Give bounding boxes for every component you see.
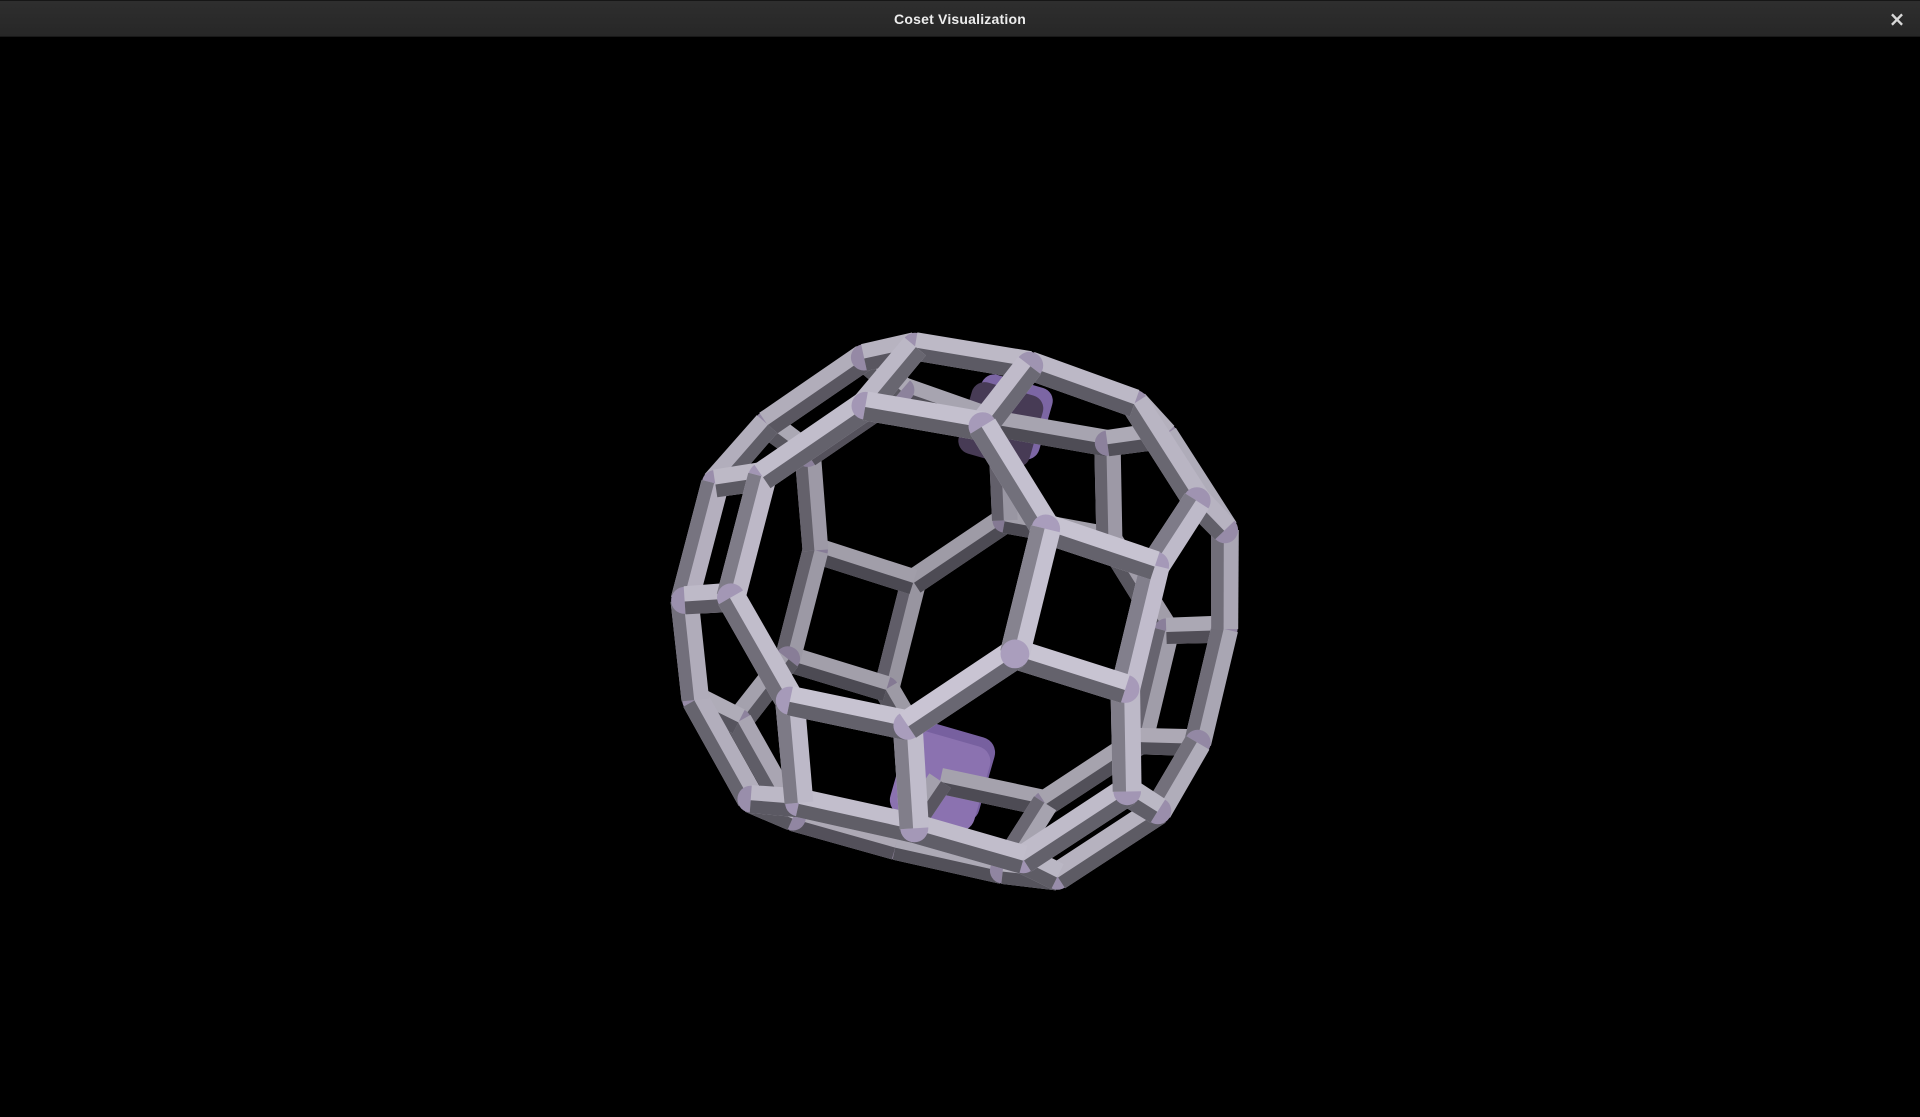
app-window: Coset Visualization × xyxy=(0,0,1920,1117)
polyhedron-svg xyxy=(0,37,1920,1117)
window-title: Coset Visualization xyxy=(894,11,1026,27)
edge-tube-side xyxy=(1094,443,1108,540)
titlebar[interactable]: Coset Visualization × xyxy=(0,0,1920,37)
close-button[interactable]: × xyxy=(1883,5,1911,33)
edge-tube-side xyxy=(1111,689,1127,792)
vertex-joint xyxy=(1001,640,1030,669)
edge-tube-side xyxy=(1211,530,1224,629)
viewport-3d[interactable] xyxy=(0,37,1920,1117)
